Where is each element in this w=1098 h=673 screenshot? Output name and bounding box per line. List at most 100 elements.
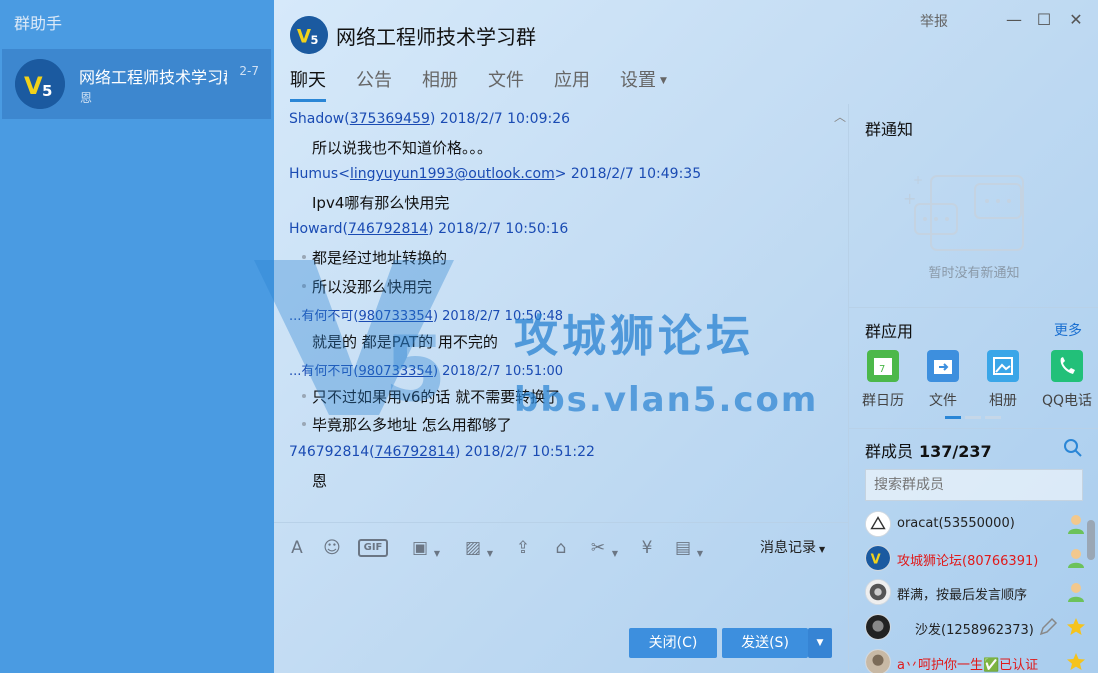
svg-text:7: 7 xyxy=(879,364,885,375)
tab-notice[interactable]: 公告 xyxy=(356,66,392,102)
message-text: 恩 xyxy=(312,472,328,490)
app-album[interactable]: 相册 xyxy=(973,350,1033,410)
font-icon[interactable]: A xyxy=(286,537,308,559)
group-title: 网络工程师技术学习群 xyxy=(336,25,536,49)
app-files[interactable]: 文件 xyxy=(913,350,973,410)
app-label: QQ电话 xyxy=(1041,393,1093,409)
edit-icon[interactable] xyxy=(1037,616,1059,638)
members-header: 群成员 137/237 xyxy=(865,438,992,462)
sender-id-link[interactable]: 375369459 xyxy=(350,111,430,127)
sender-name: Howard xyxy=(289,221,343,237)
screenshot-icon[interactable]: ▣ ▼ xyxy=(409,537,440,559)
member-row[interactable]: oracat(53550000) xyxy=(865,511,1087,539)
sender-name: ...有何不可 xyxy=(289,364,354,379)
apps-page-indicator[interactable] xyxy=(945,416,961,419)
conversation-date: 2-7 xyxy=(239,64,259,78)
message-time: 2018/2/7 10:09:26 xyxy=(439,111,571,127)
notice-title: 群通知 xyxy=(865,120,914,139)
member-search-input[interactable] xyxy=(865,469,1083,501)
tab-chat[interactable]: 聊天 xyxy=(290,66,326,102)
member-row[interactable]: 群满，按最后发言顺序 xyxy=(865,579,1087,607)
member-row[interactable]: a丷呵护你一生✅已认证 xyxy=(865,649,1087,673)
conversation-preview: 恩 xyxy=(80,91,93,105)
member-avatar xyxy=(865,649,891,673)
emoji-icon[interactable]: ☺ xyxy=(321,537,343,559)
sender-id-link[interactable]: 746792814 xyxy=(348,221,428,237)
member-name: a丷呵护你一生✅已认证 xyxy=(897,658,1039,673)
chat-header: V5 网络工程师技术学习群 举报 — ☐ ✕ 聊天 公告 相册 文件 应用 设置… xyxy=(274,0,1098,104)
message-time: 2018/2/7 10:50:48 xyxy=(442,309,564,324)
sender-id-link[interactable]: 980733354 xyxy=(358,309,432,324)
member-role-icon xyxy=(1068,515,1084,534)
close-button[interactable]: 关闭(C) xyxy=(629,628,717,658)
gift-icon[interactable]: ⌂ xyxy=(550,537,572,559)
message-text: 毕竟那么多地址 怎么用都够了 xyxy=(312,416,512,434)
message-list[interactable]: ︿ Shadow(375369459) 2018/2/7 10:09:26 所以… xyxy=(274,104,848,522)
sender-id-link[interactable]: lingyuyun1993@outlook.com xyxy=(350,166,555,182)
report-link[interactable]: 举报 xyxy=(920,11,948,31)
members-title: 群成员 xyxy=(865,442,914,461)
group-helper-panel: 群助手 V5 网络工程师技术学习群 2-7 恩 xyxy=(0,0,274,673)
image-icon[interactable]: ▨ ▼ xyxy=(462,537,493,559)
tab-files[interactable]: 文件 xyxy=(488,66,524,102)
maximize-icon[interactable]: ☐ xyxy=(1032,8,1056,32)
upload-icon[interactable]: ⇪ xyxy=(512,537,534,559)
message-header: Humus<lingyuyun1993@outlook.com> 2018/2/… xyxy=(289,166,701,182)
sender-name: 746792814 xyxy=(289,444,370,460)
gif-icon[interactable]: GIF xyxy=(358,539,388,557)
app-label: 文件 xyxy=(929,393,957,409)
member-role-icon xyxy=(1068,549,1084,568)
message-header: ...有何不可(980733354) 2018/2/7 10:51:00 xyxy=(289,364,564,379)
message-history-label: 消息记录 xyxy=(760,540,816,556)
sender-id-link[interactable]: 746792814 xyxy=(375,444,455,460)
apps-page-indicator[interactable] xyxy=(985,416,1001,419)
sender-id-suffix: > xyxy=(554,166,567,182)
send-button[interactable]: 发送(S) xyxy=(722,628,808,658)
sender-id-link[interactable]: 980733354 xyxy=(358,364,432,379)
svg-text:V: V xyxy=(871,553,881,568)
group-sidebar: 群通知 + + 暂时没有新通知 群应用 更多 7 群日历 文件 相册 QQ电话 … xyxy=(848,104,1098,673)
more-apps-link[interactable]: 更多 xyxy=(1054,320,1082,340)
chevron-up-icon[interactable]: ︿ xyxy=(834,108,846,125)
message-time: 2018/2/7 10:51:00 xyxy=(442,364,564,379)
file-icon xyxy=(927,350,959,382)
bullet-dot xyxy=(302,284,306,288)
tab-apps[interactable]: 应用 xyxy=(554,66,590,102)
app-calendar[interactable]: 7 群日历 xyxy=(853,350,913,410)
conversation-item[interactable]: V5 网络工程师技术学习群 2-7 恩 xyxy=(2,49,271,119)
scissors-icon[interactable]: ✂ ▼ xyxy=(587,537,618,559)
photo-icon xyxy=(987,350,1019,382)
chat-tabs: 聊天 公告 相册 文件 应用 设置 ▼ xyxy=(290,66,697,102)
members-count: 137/237 xyxy=(919,442,992,461)
app-qq-phone[interactable]: QQ电话 xyxy=(1037,350,1097,410)
svg-text:+: + xyxy=(913,173,923,187)
tab-settings[interactable]: 设置 ▼ xyxy=(620,66,667,102)
tab-album[interactable]: 相册 xyxy=(422,66,458,102)
minimize-icon[interactable]: — xyxy=(1002,8,1026,32)
member-row[interactable]: V 攻城狮论坛(80766391) xyxy=(865,545,1087,573)
bullet-dot xyxy=(302,255,306,259)
svg-text:5: 5 xyxy=(311,33,319,47)
message-time: 2018/2/7 10:49:35 xyxy=(570,166,702,182)
send-options-button[interactable]: ▼ xyxy=(808,628,832,658)
search-icon[interactable] xyxy=(1063,438,1083,458)
svg-text:5: 5 xyxy=(42,82,52,100)
message-history-button[interactable]: 消息记录 ▼ xyxy=(760,537,825,557)
member-list-scrollbar[interactable] xyxy=(1087,520,1095,560)
message-text: 都是经过地址转换的 xyxy=(312,249,448,267)
member-row[interactable]: 沙发(1258962373) xyxy=(865,614,1087,642)
red-packet-icon[interactable]: ¥ xyxy=(636,537,658,559)
empty-notice-icon: + + xyxy=(903,173,1024,251)
remote-icon[interactable]: ▤ ▼ xyxy=(672,537,703,559)
member-avatar: V xyxy=(865,545,891,571)
phone-icon xyxy=(1051,350,1083,382)
message-input[interactable]: 关闭(C) 发送(S) ▼ xyxy=(274,570,848,673)
close-icon[interactable]: ✕ xyxy=(1064,8,1088,32)
app-label: 相册 xyxy=(989,393,1017,409)
chevron-down-icon: ▼ xyxy=(660,76,667,86)
apps-page-indicator[interactable] xyxy=(965,416,981,419)
chat-window: V5 网络工程师技术学习群 举报 — ☐ ✕ 聊天 公告 相册 文件 应用 设置… xyxy=(254,0,1098,673)
group-avatar[interactable]: V5 xyxy=(290,16,328,54)
message-header: Howard(746792814) 2018/2/7 10:50:16 xyxy=(289,221,569,237)
message-text: 所以说我也不知道价格。。。 xyxy=(312,139,493,157)
